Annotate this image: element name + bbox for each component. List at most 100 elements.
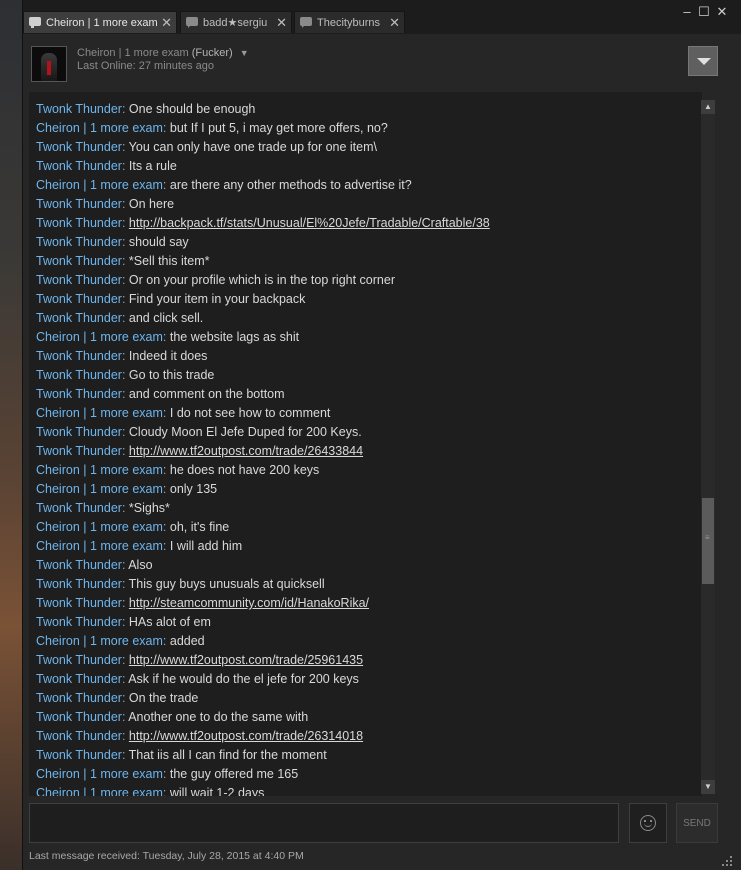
- message-link[interactable]: http://steamcommunity.com/id/HanakoRika/: [129, 596, 369, 610]
- message-sender[interactable]: Twonk Thunder: [36, 710, 122, 724]
- message-text: but If I put 5, i may get more offers, n…: [169, 121, 388, 135]
- message-sender[interactable]: Twonk Thunder: [36, 254, 122, 268]
- chat-message: Twonk Thunder: Ask if he would do the el…: [36, 670, 359, 689]
- desktop-background: [0, 0, 22, 870]
- scroll-down-icon[interactable]: ▼: [701, 780, 715, 794]
- chat-message: Cheiron | 1 more exam: but If I put 5, i…: [36, 119, 388, 138]
- friend-name-text: Cheiron | 1 more exam: [77, 47, 189, 59]
- sender-separator: :: [121, 311, 129, 325]
- close-window-button[interactable]: ✕: [714, 4, 730, 20]
- chat-message: Twonk Thunder: Indeed it does: [36, 347, 207, 366]
- message-sender[interactable]: Twonk Thunder: [36, 216, 122, 230]
- message-text: HAs alot of em: [128, 615, 211, 629]
- tab-thecityburns[interactable]: Thecityburns ✕: [294, 11, 405, 33]
- tab-label: Cheiron | 1 more exam: [46, 17, 158, 29]
- message-text: added: [169, 634, 205, 648]
- sender-separator: :: [121, 102, 129, 116]
- close-icon[interactable]: ✕: [276, 12, 287, 34]
- message-sender[interactable]: Twonk Thunder: [36, 368, 122, 382]
- message-sender[interactable]: Twonk Thunder: [36, 748, 122, 762]
- tab-bar: Cheiron | 1 more exam ✕ badd★sergiu ✕ Th…: [23, 0, 741, 34]
- sender-separator: :: [121, 197, 129, 211]
- sender-separator: :: [121, 729, 129, 743]
- message-sender[interactable]: Cheiron | 1 more exam: [36, 520, 163, 534]
- chat-menu-button[interactable]: [688, 46, 718, 76]
- message-link[interactable]: http://www.tf2outpost.com/trade/26314018: [129, 729, 363, 743]
- message-sender[interactable]: Cheiron | 1 more exam: [36, 482, 163, 496]
- tab-label: Thecityburns: [317, 17, 380, 29]
- message-link[interactable]: http://backpack.tf/stats/Unusual/El%20Je…: [129, 216, 490, 230]
- chat-message: Twonk Thunder: http://backpack.tf/stats/…: [36, 214, 490, 233]
- message-sender[interactable]: Twonk Thunder: [36, 197, 122, 211]
- avatar[interactable]: [31, 46, 67, 82]
- message-sender[interactable]: Twonk Thunder: [36, 577, 122, 591]
- chat-log[interactable]: Twonk Thunder: One should be enough Cheir…: [29, 92, 702, 796]
- chat-message: Twonk Thunder: Cloudy Moon El Jefe Duped…: [36, 423, 362, 442]
- chat-message: Cheiron | 1 more exam: he does not have …: [36, 461, 319, 480]
- scroll-up-icon[interactable]: ▲: [701, 100, 715, 114]
- sender-separator: :: [162, 463, 170, 477]
- friend-name[interactable]: Cheiron | 1 more exam (Fucker) ▼: [77, 47, 249, 59]
- message-sender[interactable]: Twonk Thunder: [36, 292, 122, 306]
- message-sender[interactable]: Cheiron | 1 more exam: [36, 463, 163, 477]
- message-sender[interactable]: Cheiron | 1 more exam: [36, 767, 163, 781]
- message-sender[interactable]: Twonk Thunder: [36, 615, 122, 629]
- message-input[interactable]: [29, 803, 619, 843]
- tab-cheiron[interactable]: Cheiron | 1 more exam ✕: [23, 11, 177, 33]
- chat-message: Twonk Thunder: http://steamcommunity.com…: [36, 594, 369, 613]
- message-sender[interactable]: Cheiron | 1 more exam: [36, 539, 163, 553]
- sender-separator: :: [162, 330, 170, 344]
- chevron-down-icon[interactable]: ▼: [240, 48, 249, 58]
- message-sender[interactable]: Twonk Thunder: [36, 311, 122, 325]
- send-button[interactable]: SEND: [676, 803, 718, 843]
- chat-message: Twonk Thunder: Also: [36, 556, 153, 575]
- message-sender[interactable]: Twonk Thunder: [36, 596, 122, 610]
- message-sender[interactable]: Cheiron | 1 more exam: [36, 634, 163, 648]
- message-sender[interactable]: Twonk Thunder: [36, 672, 122, 686]
- message-text: he does not have 200 keys: [169, 463, 320, 477]
- message-sender[interactable]: Twonk Thunder: [36, 273, 122, 287]
- message-sender[interactable]: Cheiron | 1 more exam: [36, 406, 163, 420]
- chat-message: Cheiron | 1 more exam: will wait 1-2 day…: [36, 784, 264, 796]
- tab-badd-sergiu[interactable]: badd★sergiu ✕: [180, 11, 292, 33]
- message-text: Ask if he would do the el jefe for 200 k…: [128, 672, 359, 686]
- chat-bubble-icon: [29, 17, 41, 28]
- sender-separator: :: [121, 216, 129, 230]
- minimize-button[interactable]: –: [679, 4, 695, 19]
- message-sender[interactable]: Twonk Thunder: [36, 691, 122, 705]
- scrollbar[interactable]: ▲ ≡ ▼: [701, 100, 715, 794]
- sender-separator: :: [121, 501, 129, 515]
- message-sender[interactable]: Twonk Thunder: [36, 729, 122, 743]
- sender-separator: :: [121, 349, 129, 363]
- message-sender[interactable]: Cheiron | 1 more exam: [36, 121, 163, 135]
- message-sender[interactable]: Twonk Thunder: [36, 235, 122, 249]
- message-sender[interactable]: Twonk Thunder: [36, 425, 122, 439]
- close-icon[interactable]: ✕: [389, 12, 400, 34]
- message-sender[interactable]: Twonk Thunder: [36, 159, 122, 173]
- message-sender[interactable]: Twonk Thunder: [36, 387, 122, 401]
- message-sender[interactable]: Cheiron | 1 more exam: [36, 330, 163, 344]
- message-sender[interactable]: Twonk Thunder: [36, 653, 122, 667]
- message-sender[interactable]: Cheiron | 1 more exam: [36, 178, 163, 192]
- chat-message: Cheiron | 1 more exam: only 135: [36, 480, 217, 499]
- message-sender[interactable]: Twonk Thunder: [36, 349, 122, 363]
- message-link[interactable]: http://www.tf2outpost.com/trade/26433844: [129, 444, 363, 458]
- message-sender[interactable]: Twonk Thunder: [36, 140, 122, 154]
- message-sender[interactable]: Twonk Thunder: [36, 102, 122, 116]
- message-sender[interactable]: Twonk Thunder: [36, 558, 122, 572]
- close-icon[interactable]: ✕: [161, 12, 172, 34]
- message-link[interactable]: http://www.tf2outpost.com/trade/25961435: [129, 653, 363, 667]
- maximize-button[interactable]: ☐: [696, 4, 712, 20]
- chat-message: Cheiron | 1 more exam: I do not see how …: [36, 404, 330, 423]
- message-sender[interactable]: Twonk Thunder: [36, 444, 122, 458]
- message-text: Its a rule: [128, 159, 177, 173]
- message-text: and click sell.: [128, 311, 204, 325]
- message-sender[interactable]: Twonk Thunder: [36, 501, 122, 515]
- scroll-thumb[interactable]: ≡: [702, 498, 714, 584]
- message-sender[interactable]: Cheiron | 1 more exam: [36, 786, 163, 796]
- resize-grip-icon[interactable]: [720, 854, 734, 868]
- grip-icon: ≡: [705, 533, 710, 542]
- sender-separator: :: [121, 140, 129, 154]
- emoticon-button[interactable]: [629, 803, 667, 843]
- message-text: Go to this trade: [128, 368, 215, 382]
